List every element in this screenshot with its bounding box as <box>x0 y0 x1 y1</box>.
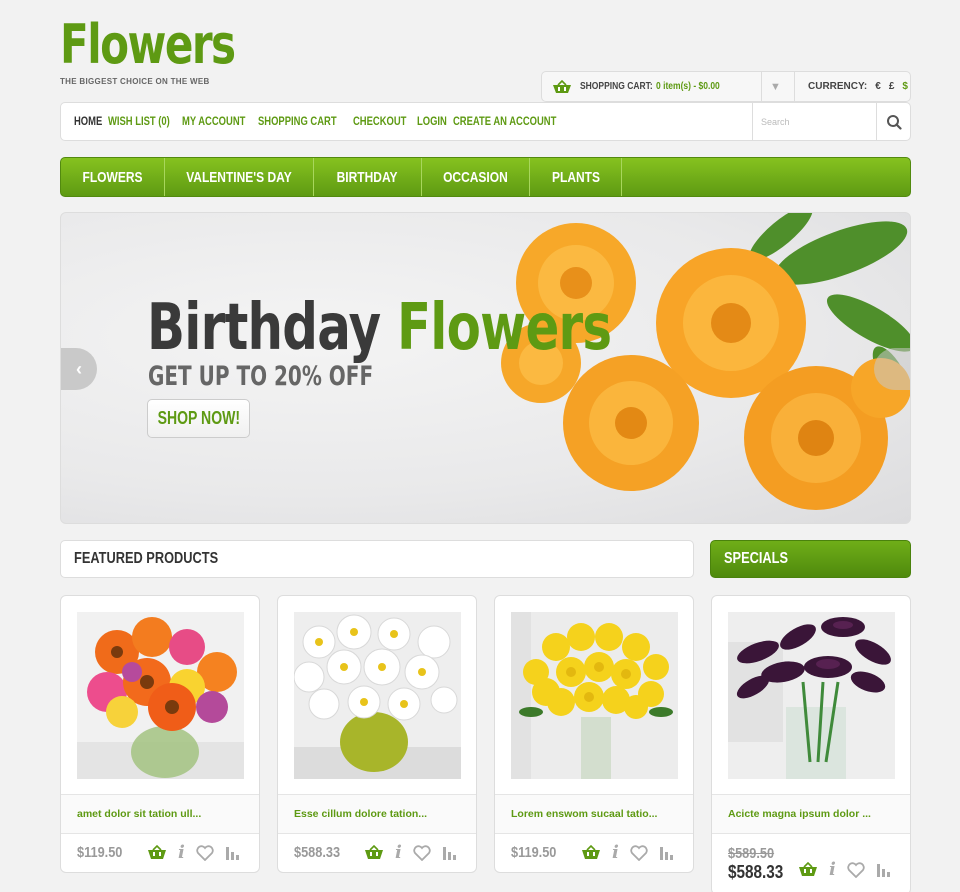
category-label: FLOWERS <box>82 168 143 186</box>
search-button[interactable] <box>876 103 910 140</box>
category-menu: FLOWERS VALENTINE'S DAY BIRTHDAY OCCASIO… <box>60 157 911 197</box>
cart-currency-bar: SHOPPING CART: 0 item(s) - $0.00 ▼ CURRE… <box>541 71 911 102</box>
nav-create-account[interactable]: CREATE AN ACCOUNT <box>453 116 556 128</box>
currency-dollar[interactable]: $ <box>902 81 908 92</box>
nav-login[interactable]: LOGIN <box>417 116 447 128</box>
category-label: OCCASION <box>443 168 508 186</box>
add-to-cart-icon[interactable] <box>147 845 167 860</box>
product-image-gerbera[interactable] <box>77 612 244 779</box>
category-valentines-day[interactable]: VALENTINE'S DAY <box>165 158 314 196</box>
nav-wish-list[interactable]: WISH LIST (0) <box>108 116 170 128</box>
category-birthday[interactable]: BIRTHDAY <box>314 158 422 196</box>
product-name[interactable]: Esse cillum dolore tation... <box>278 794 476 834</box>
product-image-daisies[interactable] <box>294 612 461 779</box>
add-to-cart-icon[interactable] <box>581 845 601 860</box>
roses-image <box>501 213 910 510</box>
top-nav: HOME WISH LIST (0) MY ACCOUNT SHOPPING C… <box>60 102 911 141</box>
category-plants[interactable]: PLANTS <box>530 158 622 196</box>
category-flowers[interactable]: FLOWERS <box>61 158 165 196</box>
info-icon[interactable]: i <box>612 842 619 863</box>
category-label: PLANTS <box>551 168 600 186</box>
product-image-calla-lilies[interactable] <box>728 612 895 779</box>
category-label: BIRTHDAY <box>337 168 398 186</box>
featured-products-header: FEATURED PRODUCTS <box>60 540 694 578</box>
banner-subheading: GET UP TO 20% OFF <box>148 361 374 392</box>
product-name[interactable]: Acicte magna ipsum dolor ... <box>712 794 910 834</box>
banner-heading-part2: Flowers <box>396 291 612 365</box>
product-card[interactable]: amet dolor sit tation ull... $119.50 i <box>60 595 260 873</box>
compare-icon[interactable] <box>876 862 892 878</box>
product-image-yellow-roses[interactable] <box>511 612 678 779</box>
product-price: $119.50 <box>511 844 557 861</box>
info-icon[interactable]: i <box>829 859 836 880</box>
wishlist-heart-icon[interactable] <box>847 861 865 878</box>
currency-pound[interactable]: £ <box>889 81 895 92</box>
basket-icon <box>553 79 571 93</box>
product-old-price: $589.50 <box>728 845 775 862</box>
slider-next-button[interactable] <box>874 348 910 390</box>
cart-summary[interactable]: 0 item(s) - $0.00 <box>656 81 720 92</box>
product-card[interactable]: Esse cillum dolore tation... $588.33 i <box>277 595 477 873</box>
site-logo[interactable]: Flowers THE BIGGEST CHOICE ON THE WEB <box>60 13 284 87</box>
wishlist-heart-icon[interactable] <box>196 844 214 861</box>
chevron-down-icon[interactable]: ▼ <box>770 81 781 93</box>
hero-banner[interactable]: Birthday Flowers GET UP TO 20% OFF SHOP … <box>60 212 911 524</box>
product-special-price: $588.33 <box>728 862 784 882</box>
shop-now-label: SHOP NOW! <box>157 408 240 428</box>
compare-icon[interactable] <box>225 845 241 861</box>
product-price: $588.33 <box>294 844 341 861</box>
currency-switcher: CURRENCY: € £ $ <box>808 81 908 92</box>
search-box: Search <box>752 103 910 140</box>
currency-label: CURRENCY: <box>808 81 868 92</box>
logo-tagline: THE BIGGEST CHOICE ON THE WEB <box>60 77 210 86</box>
product-price: $119.50 <box>77 844 123 861</box>
product-name[interactable]: amet dolor sit tation ull... <box>61 794 259 834</box>
slider-prev-button[interactable]: ‹ <box>61 348 97 390</box>
chevron-left-icon: ‹ <box>76 358 82 379</box>
search-input[interactable]: Search <box>753 117 876 127</box>
wishlist-heart-icon[interactable] <box>630 844 648 861</box>
compare-icon[interactable] <box>442 845 458 861</box>
cart-label[interactable]: SHOPPING CART: <box>580 81 653 92</box>
logo-title: Flowers <box>60 13 236 76</box>
info-icon[interactable]: i <box>178 842 185 863</box>
banner-heading: Birthday Flowers <box>147 291 612 365</box>
banner-heading-part1: Birthday <box>147 291 381 365</box>
info-icon[interactable]: i <box>395 842 402 863</box>
specials-title: SPECIALS <box>724 550 789 567</box>
currency-euro[interactable]: € <box>875 81 881 92</box>
specials-header: SPECIALS <box>710 540 911 578</box>
compare-icon[interactable] <box>659 845 675 861</box>
add-to-cart-icon[interactable] <box>798 862 818 877</box>
shop-now-button[interactable]: SHOP NOW! <box>147 399 250 438</box>
nav-shopping-cart[interactable]: SHOPPING CART <box>258 116 337 128</box>
wishlist-heart-icon[interactable] <box>413 844 431 861</box>
product-card[interactable]: Lorem enswom sucaal tatio... $119.50 i <box>494 595 694 873</box>
category-label: VALENTINE'S DAY <box>186 168 292 186</box>
search-icon <box>886 114 902 130</box>
nav-checkout[interactable]: CHECKOUT <box>353 116 406 128</box>
featured-title: FEATURED PRODUCTS <box>74 550 219 567</box>
nav-my-account[interactable]: MY ACCOUNT <box>182 116 245 128</box>
product-name[interactable]: Lorem enswom sucaal tatio... <box>495 794 693 834</box>
add-to-cart-icon[interactable] <box>364 845 384 860</box>
category-occasion[interactable]: OCCASION <box>422 158 530 196</box>
nav-home[interactable]: HOME <box>74 116 102 128</box>
special-product-card[interactable]: Acicte magna ipsum dolor ... $589.50 $58… <box>711 595 911 892</box>
